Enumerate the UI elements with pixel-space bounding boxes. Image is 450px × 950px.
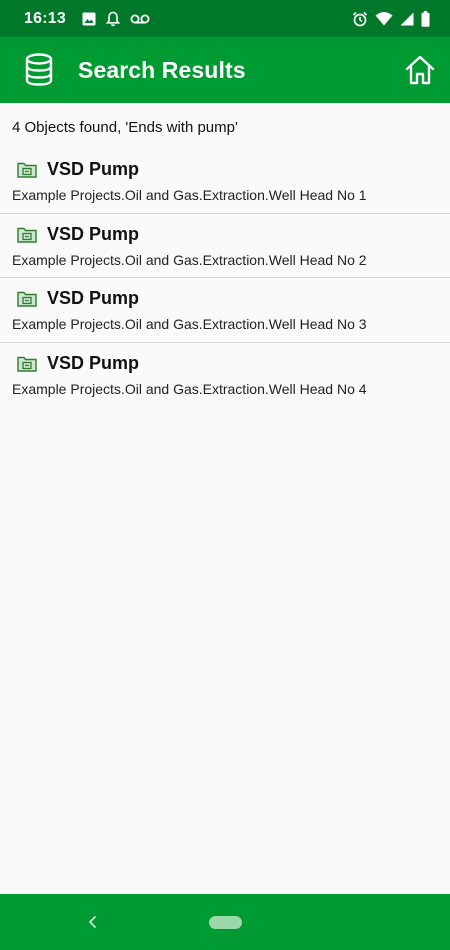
- back-chevron-icon[interactable]: [84, 913, 102, 931]
- list-item[interactable]: VSD Pump Example Projects.Oil and Gas.Ex…: [0, 214, 450, 278]
- status-bar: 16:13: [0, 0, 450, 37]
- folder-object-icon: [17, 161, 37, 178]
- voicemail-icon: [130, 13, 150, 25]
- status-time: 16:13: [24, 9, 66, 27]
- battery-icon: [421, 10, 430, 27]
- result-path: Example Projects.Oil and Gas.Extraction.…: [12, 316, 367, 332]
- database-icon: [23, 53, 55, 87]
- result-path: Example Projects.Oil and Gas.Extraction.…: [12, 251, 367, 268]
- app-bar: Search Results: [0, 37, 450, 103]
- result-title: VSD Pump: [47, 159, 140, 179]
- home-icon[interactable]: [404, 54, 436, 86]
- image-icon: [82, 12, 96, 26]
- list-item[interactable]: VSD Pump Example Projects.Oil and Gas.Ex…: [0, 343, 450, 408]
- list-item[interactable]: VSD Pump Example Projects.Oil and Gas.Ex…: [0, 149, 450, 214]
- folder-object-icon: [17, 226, 37, 243]
- wifi-icon: [375, 11, 393, 26]
- bell-icon: [105, 11, 120, 27]
- status-notification-icons: [82, 11, 150, 27]
- results-summary: 4 Objects found, 'Ends with pump': [12, 119, 238, 136]
- list-item[interactable]: VSD Pump Example Projects.Oil and Gas.Ex…: [0, 278, 450, 343]
- home-pill[interactable]: [209, 916, 242, 929]
- signal-icon: [400, 12, 414, 26]
- folder-object-icon: [17, 355, 37, 372]
- result-path: Example Projects.Oil and Gas.Extraction.…: [12, 380, 367, 397]
- page-title: Search Results: [78, 56, 246, 83]
- result-path: Example Projects.Oil and Gas.Extraction.…: [12, 187, 367, 203]
- result-title: VSD Pump: [47, 352, 140, 373]
- result-title: VSD Pump: [47, 223, 140, 244]
- status-system-icons: [352, 10, 430, 27]
- result-title: VSD Pump: [47, 288, 140, 308]
- folder-object-icon: [17, 290, 37, 307]
- results-list: VSD Pump Example Projects.Oil and Gas.Ex…: [0, 149, 450, 407]
- alarm-icon: [352, 11, 368, 27]
- navigation-bar: [0, 894, 450, 950]
